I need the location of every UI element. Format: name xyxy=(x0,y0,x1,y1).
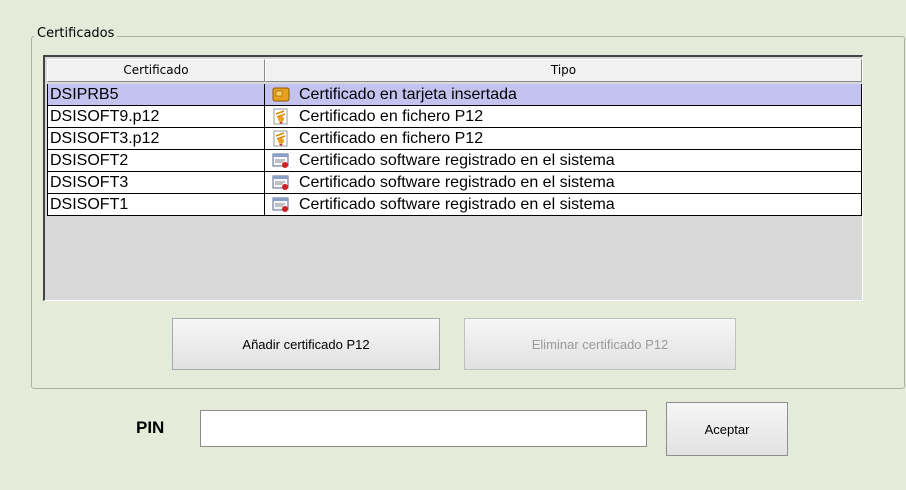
column-header-tipo[interactable]: Tipo xyxy=(265,59,862,82)
smartcard-icon xyxy=(272,86,290,103)
certificate-type-label: Certificado software registrado en el si… xyxy=(299,152,615,169)
window-top-edge xyxy=(0,0,906,10)
certificate-type-label: Certificado en tarjeta insertada xyxy=(299,86,517,103)
certificate-type-label: Certificado software registrado en el si… xyxy=(299,196,615,213)
certificate-type-label: Certificado en fichero P12 xyxy=(299,108,484,125)
system-certificate-icon xyxy=(272,174,290,191)
table-row[interactable]: DSISOFT9.p12 Certificado en fichero P12 xyxy=(47,106,862,128)
certificate-file-icon xyxy=(272,130,290,147)
certificate-type-cell: Certificado en fichero P12 xyxy=(265,106,862,128)
certificate-name-cell: DSISOFT3.p12 xyxy=(47,128,265,150)
certificate-type-cell: Certificado en fichero P12 xyxy=(265,128,862,150)
table-row[interactable]: DSISOFT3.p12 Certificado en fichero P12 xyxy=(47,128,862,150)
pin-label: PIN xyxy=(136,418,165,437)
certificate-name-cell: DSISOFT2 xyxy=(47,150,265,172)
certificate-type-cell: Certificado software registrado en el si… xyxy=(265,172,862,194)
table-header: Certificado Tipo xyxy=(47,59,862,82)
table-row[interactable]: DSISOFT2 Certificado software registrado … xyxy=(47,150,862,172)
add-p12-certificate-button[interactable]: Añadir certificado P12 xyxy=(172,318,440,370)
certificate-type-cell: Certificado software registrado en el si… xyxy=(265,150,862,172)
table-row[interactable]: DSISOFT3 Certificado software registrado … xyxy=(47,172,862,194)
system-certificate-icon xyxy=(272,152,290,169)
pin-input[interactable] xyxy=(200,410,647,447)
certificate-file-icon xyxy=(272,108,290,125)
certificate-name-cell: DSISOFT3 xyxy=(47,172,265,194)
certificate-type-label: Certificado software registrado en el si… xyxy=(299,174,615,191)
accept-button[interactable]: Aceptar xyxy=(666,402,788,456)
certificate-name-cell: DSISOFT1 xyxy=(47,194,265,216)
certificate-type-label: Certificado en fichero P12 xyxy=(299,130,484,147)
certificate-name-cell: DSISOFT9.p12 xyxy=(47,106,265,128)
certificate-name-cell: DSIPRB5 xyxy=(47,84,265,106)
delete-p12-certificate-button[interactable]: Eliminar certificado P12 xyxy=(464,318,736,370)
table-row[interactable]: DSIPRB5 Certificado en tarjeta insertada xyxy=(47,84,862,106)
certificates-table[interactable]: Certificado Tipo DSIPRB5 Certificado en t… xyxy=(43,55,863,301)
system-certificate-icon xyxy=(272,196,290,213)
table-row[interactable]: DSISOFT1 Certificado software registrado … xyxy=(47,194,862,216)
certificate-type-cell: Certificado en tarjeta insertada xyxy=(265,84,862,106)
certificate-type-cell: Certificado software registrado en el si… xyxy=(265,194,862,216)
certificates-group-title: Certificados xyxy=(34,26,118,41)
column-header-certificado[interactable]: Certificado xyxy=(47,59,265,82)
